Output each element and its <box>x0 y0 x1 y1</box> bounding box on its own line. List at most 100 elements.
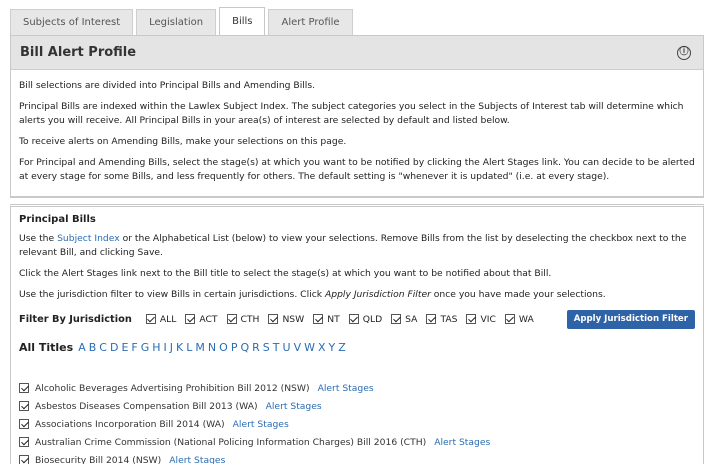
letter-link[interactable]: D <box>110 341 118 354</box>
letter-link[interactable]: J <box>170 341 173 354</box>
letter-link[interactable]: F <box>131 341 137 354</box>
letter-link[interactable]: S <box>263 341 270 354</box>
tab-subjects-of-interest[interactable]: Subjects of Interest <box>10 9 134 35</box>
jurisdiction-checkboxes: ALL ACT CTH NSW NT QLD SA TAS VIC WA <box>145 313 543 325</box>
bill-list: Alcoholic Beverages Advertising Prohibit… <box>19 379 695 464</box>
checkbox-checked-icon[interactable] <box>268 314 279 324</box>
alert-stages-link[interactable]: Alert Stages <box>434 437 490 448</box>
checkbox-checked-icon[interactable] <box>185 314 196 324</box>
jurisdiction-option[interactable]: NT <box>313 314 340 325</box>
jurisdiction-label: NT <box>327 313 340 325</box>
bill-title: Associations Incorporation Bill 2014 (WA… <box>35 418 225 430</box>
bill-row: Biosecurity Bill 2014 (NSW) Alert Stages <box>19 451 695 464</box>
letter-list: ABCDEFGHIJKLMNOPQRSTUVWXYZ <box>78 341 349 354</box>
checkbox-checked-icon[interactable] <box>504 314 515 324</box>
jurisdiction-label: ACT <box>199 313 218 325</box>
panel-header: Bill Alert Profile ⓘ <box>11 36 703 70</box>
checkbox-checked-icon[interactable] <box>226 314 237 324</box>
filter-label: Filter By Jurisdiction <box>19 313 132 325</box>
bill-title: Biosecurity Bill 2014 (NSW) <box>35 454 162 464</box>
text-fragment: Use the <box>19 233 58 244</box>
bill-checkbox[interactable] <box>19 437 29 447</box>
jurisdiction-option[interactable]: NSW <box>268 314 304 325</box>
bill-checkbox[interactable] <box>19 383 29 393</box>
letter-link[interactable]: I <box>164 341 167 354</box>
principal-bills-section: Principal Bills Use the Subject Index or… <box>10 204 704 464</box>
intro-text-3: To receive alerts on Amending Bills, mak… <box>19 136 347 147</box>
bill-checkbox[interactable] <box>19 419 29 429</box>
letter-link[interactable]: P <box>231 341 238 354</box>
jurisdiction-label: QLD <box>362 313 383 325</box>
apply-jurisdiction-filter-button[interactable]: Apply Jurisdiction Filter <box>566 309 695 329</box>
jurisdiction-option[interactable]: TAS <box>426 314 457 325</box>
letter-link[interactable]: Q <box>240 341 249 354</box>
tab-alert-profile[interactable]: Alert Profile <box>268 9 353 35</box>
section-title: Principal Bills <box>19 214 96 225</box>
alert-stages-link[interactable]: Alert Stages <box>233 419 289 430</box>
bill-title: Alcoholic Beverages Advertising Prohibit… <box>35 382 310 394</box>
subject-index-link[interactable]: Subject Index <box>57 233 120 244</box>
text-fragment: or the Alphabetical List (below) to view… <box>19 233 687 258</box>
jurisdiction-option[interactable]: WA <box>504 313 534 325</box>
checkbox-checked-icon[interactable] <box>348 314 359 324</box>
jurisdiction-option[interactable]: CTH <box>226 314 259 325</box>
letter-link[interactable]: W <box>304 341 315 354</box>
checkbox-checked-icon[interactable] <box>145 314 156 324</box>
letter-link[interactable]: B <box>89 341 97 354</box>
bill-row: Australian Crime Commission (National Po… <box>19 433 695 451</box>
letter-link[interactable]: N <box>208 341 216 354</box>
jurisdiction-option[interactable]: SA <box>391 314 417 325</box>
all-titles-link[interactable]: All Titles <box>19 341 73 354</box>
letter-link[interactable]: C <box>99 341 107 354</box>
letter-link[interactable]: M <box>195 341 205 354</box>
jurisdiction-option[interactable]: ALL <box>145 313 177 325</box>
letter-link[interactable]: T <box>273 341 280 354</box>
letter-link[interactable]: Z <box>338 341 346 354</box>
intro-section: Bill selections are divided into Princip… <box>11 70 703 197</box>
checkbox-checked-icon[interactable] <box>426 314 437 324</box>
checkbox-checked-icon[interactable] <box>391 314 402 324</box>
jurisdiction-label: TAS <box>440 313 458 325</box>
letter-link[interactable]: H <box>152 341 160 354</box>
jurisdiction-label: WA <box>518 313 534 325</box>
principal-text-2: Click the Alert Stages link next to the … <box>19 268 552 279</box>
bill-checkbox[interactable] <box>19 401 29 411</box>
alert-stages-link[interactable]: Alert Stages <box>318 383 374 394</box>
bill-title: Asbestos Diseases Compensation Bill 2013… <box>35 400 258 412</box>
letter-link[interactable]: Y <box>329 341 336 354</box>
text-emphasis: Apply Jurisdiction Filter <box>324 289 431 300</box>
letter-link[interactable]: X <box>318 341 326 354</box>
text-fragment: Use the jurisdiction filter to view Bill… <box>19 289 325 300</box>
letter-link[interactable]: U <box>283 341 291 354</box>
checkbox-checked-icon[interactable] <box>313 314 324 324</box>
bill-title: Australian Crime Commission (National Po… <box>35 436 427 448</box>
bill-row: Alcoholic Beverages Advertising Prohibit… <box>19 379 695 397</box>
checkbox-checked-icon[interactable] <box>466 314 477 324</box>
jurisdiction-label: SA <box>405 313 418 325</box>
jurisdiction-option[interactable]: ACT <box>185 313 218 325</box>
bill-alert-panel: Bill Alert Profile ⓘ Bill selections are… <box>10 35 704 198</box>
page-title: Bill Alert Profile <box>20 45 137 60</box>
tab-legislation[interactable]: Legislation <box>136 9 217 35</box>
intro-text-4: For Principal and Amending Bills, select… <box>19 157 695 182</box>
jurisdiction-label: ALL <box>159 313 177 325</box>
alert-stages-link[interactable]: Alert Stages <box>169 455 225 464</box>
letter-link[interactable]: E <box>121 341 128 354</box>
letter-link[interactable]: R <box>252 341 260 354</box>
jurisdiction-option[interactable]: VIC <box>466 314 496 325</box>
bill-checkbox[interactable] <box>19 455 29 464</box>
letter-link[interactable]: L <box>186 341 192 354</box>
tab-bills[interactable]: Bills <box>219 7 266 35</box>
letter-link[interactable]: O <box>219 341 228 354</box>
principal-text-1: Use the Subject Index or the Alphabetica… <box>19 232 695 260</box>
info-icon[interactable]: ⓘ <box>677 46 691 60</box>
letter-link[interactable]: A <box>78 341 86 354</box>
letter-link[interactable]: K <box>176 341 183 354</box>
intro-text-1: Bill selections are divided into Princip… <box>19 80 316 91</box>
jurisdiction-option[interactable]: QLD <box>348 313 383 325</box>
tab-bar: Subjects of Interest Legislation Bills A… <box>10 7 356 35</box>
alert-stages-link[interactable]: Alert Stages <box>266 401 322 412</box>
intro-text-2: Principal Bills are indexed within the L… <box>19 101 684 126</box>
letter-link[interactable]: G <box>141 341 150 354</box>
letter-link[interactable]: V <box>294 341 302 354</box>
